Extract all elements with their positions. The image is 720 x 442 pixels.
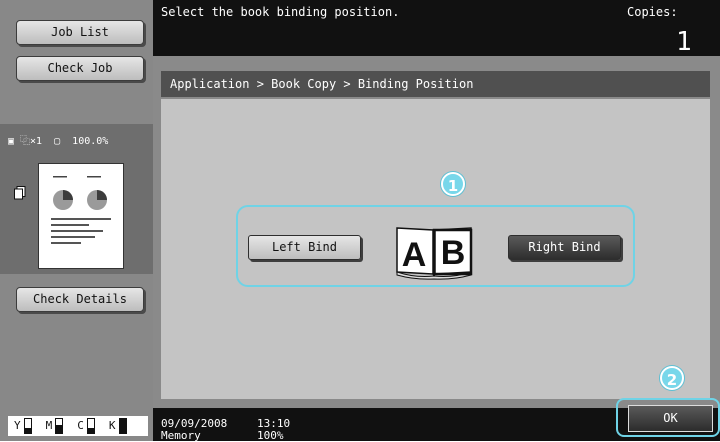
check-job-button[interactable]: Check Job [16, 56, 144, 81]
pages-icon [14, 186, 26, 200]
document-thumbnail-icon [51, 176, 111, 244]
toner-levels: YMCK [8, 416, 148, 436]
toner-label-y: Y [14, 419, 21, 432]
book-letter-a: A [402, 236, 427, 274]
check-details-button[interactable]: Check Details [16, 287, 144, 312]
toner-label-c: C [77, 419, 84, 432]
copies-label: Copies: [627, 5, 678, 19]
memory-value: 100% [257, 429, 284, 442]
breadcrumb: Application > Book Copy > Binding Positi… [170, 77, 474, 91]
time-display: 13:10 [257, 417, 291, 430]
page-preview-thumbnail [38, 163, 124, 269]
copies-count: 1 [676, 27, 692, 57]
date-display: 09/09/2008 [161, 417, 228, 430]
book-binding-icon: A B [396, 227, 473, 280]
toner-label-m: M [45, 419, 53, 432]
toner-level-k [118, 418, 127, 434]
toner-level-c [86, 418, 95, 434]
ok-button[interactable]: OK [628, 405, 713, 432]
book-letter-b: B [441, 234, 466, 272]
right-bind-button[interactable]: Right Bind [508, 235, 621, 260]
toner-label-k: K [108, 419, 116, 432]
left-bind-button[interactable]: Left Bind [248, 235, 361, 260]
callout-marker-1: 1 [441, 172, 465, 196]
callout-marker-2: 2 [660, 366, 684, 390]
instruction-message: Select the book binding position. [161, 5, 400, 19]
preview-status: ▣ ⿻×1 ▢ 100.0% [8, 136, 109, 147]
memory-label: Memory [161, 429, 201, 442]
toner-level-y [23, 418, 32, 434]
toner-level-m [55, 418, 64, 434]
job-list-button[interactable]: Job List [16, 20, 144, 45]
